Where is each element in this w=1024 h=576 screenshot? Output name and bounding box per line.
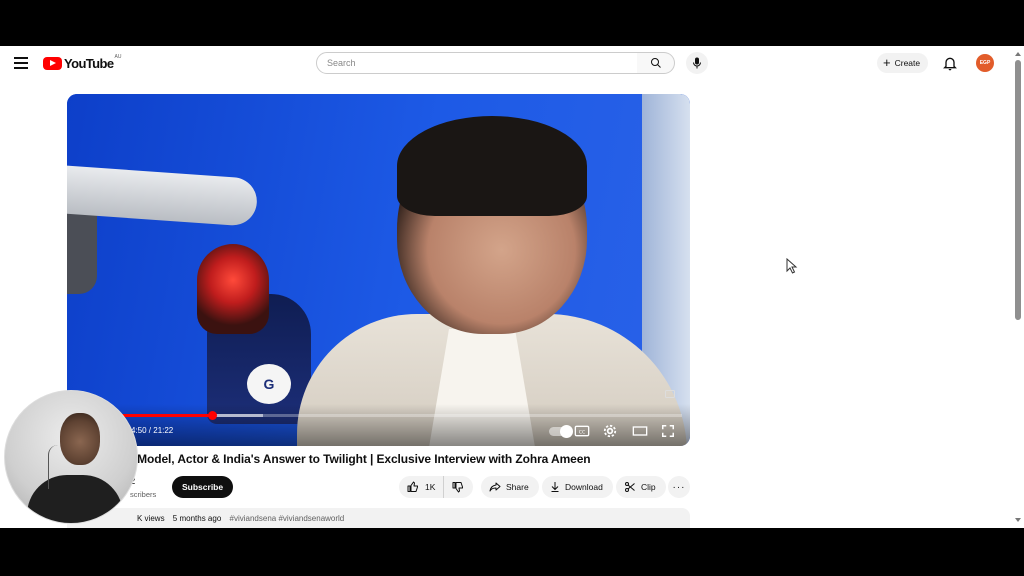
theater-icon xyxy=(632,426,648,436)
captions-button[interactable]: CC xyxy=(574,424,590,438)
player-controls-shade xyxy=(67,404,690,446)
like-count: 1K xyxy=(425,482,436,492)
subscribe-button[interactable]: Subscribe xyxy=(172,476,234,498)
video-quality-icon xyxy=(665,390,675,400)
voice-search-button[interactable] xyxy=(686,52,708,74)
scroll-down-arrow-icon[interactable] xyxy=(1015,518,1021,522)
description-box[interactable]: K views 5 months ago #viviandsena #vivia… xyxy=(67,508,690,528)
clip-icon xyxy=(625,482,635,492)
share-icon xyxy=(489,482,501,492)
webcam-earphone-cord xyxy=(48,445,62,489)
account-avatar[interactable]: EGP xyxy=(976,54,994,72)
captions-icon: CC xyxy=(574,425,590,437)
download-button[interactable]: Download xyxy=(542,476,613,498)
share-button[interactable]: Share xyxy=(481,476,539,498)
bell-icon xyxy=(943,57,957,71)
progress-bar[interactable] xyxy=(75,411,682,420)
like-dislike-group: 1K xyxy=(399,476,473,498)
webcam-person-body xyxy=(27,475,123,523)
dislike-button[interactable] xyxy=(444,476,472,498)
share-label: Share xyxy=(506,482,529,492)
theater-mode-button[interactable] xyxy=(632,424,648,438)
subscriber-count: scribers xyxy=(130,490,157,499)
settings-button[interactable] xyxy=(603,424,619,438)
mic-icon xyxy=(693,57,701,69)
notifications-button[interactable] xyxy=(942,55,958,71)
menu-icon[interactable] xyxy=(12,55,30,71)
clip-label: Clip xyxy=(641,482,656,492)
download-icon xyxy=(551,482,559,492)
like-button[interactable]: 1K xyxy=(399,476,445,498)
logo-text: YouTube xyxy=(64,55,114,71)
download-label: Download xyxy=(565,482,603,492)
cursor-icon xyxy=(786,258,798,274)
letterbox-bottom xyxy=(0,528,1024,576)
person-hair xyxy=(397,116,587,216)
youtube-logo-icon xyxy=(43,56,62,70)
time-display: 4:50 / 21:22 xyxy=(131,426,174,435)
view-count: K views xyxy=(137,514,165,523)
mic-head xyxy=(197,244,269,334)
upload-age: 5 months ago xyxy=(172,514,222,523)
webcam-person-head xyxy=(60,413,100,465)
autoplay-toggle[interactable] xyxy=(549,425,573,438)
youtube-logo[interactable]: YouTube AU xyxy=(43,54,122,71)
scrollbar-thumb[interactable] xyxy=(1015,60,1021,320)
search-button[interactable] xyxy=(637,52,675,74)
scroll-up-arrow-icon[interactable] xyxy=(1015,52,1021,56)
search-icon xyxy=(650,58,661,68)
logo-region: AU xyxy=(114,54,122,60)
page-scrollbar[interactable] xyxy=(1012,46,1024,528)
video-player[interactable]: G 4:50 / 21:22 CC xyxy=(67,94,690,446)
video-title: : Model, Actor & India's Answer to Twili… xyxy=(130,452,591,466)
create-button[interactable]: + Create xyxy=(877,53,929,73)
dislike-icon xyxy=(452,482,464,493)
clip-button[interactable]: Clip xyxy=(616,476,666,498)
plus-icon: + xyxy=(883,55,891,70)
svg-text:CC: CC xyxy=(579,430,586,436)
more-actions-button[interactable]: ··· xyxy=(668,476,690,498)
webcam-overlay xyxy=(4,390,138,524)
hashtags[interactable]: #viviandsena #viviandsenaworld xyxy=(230,514,345,523)
create-label: Create xyxy=(894,58,921,68)
mic-badge: G xyxy=(247,364,291,404)
settings-icon xyxy=(603,424,617,438)
like-icon xyxy=(407,481,418,492)
letterbox-top xyxy=(0,0,1024,46)
search-box xyxy=(316,52,638,74)
youtube-watch-page: YouTube AU + Create EGP G xyxy=(0,46,1024,528)
fullscreen-button[interactable] xyxy=(661,424,677,438)
masthead: YouTube AU + Create EGP xyxy=(0,46,1012,80)
fullscreen-icon xyxy=(662,425,674,437)
search-input[interactable] xyxy=(327,58,637,68)
